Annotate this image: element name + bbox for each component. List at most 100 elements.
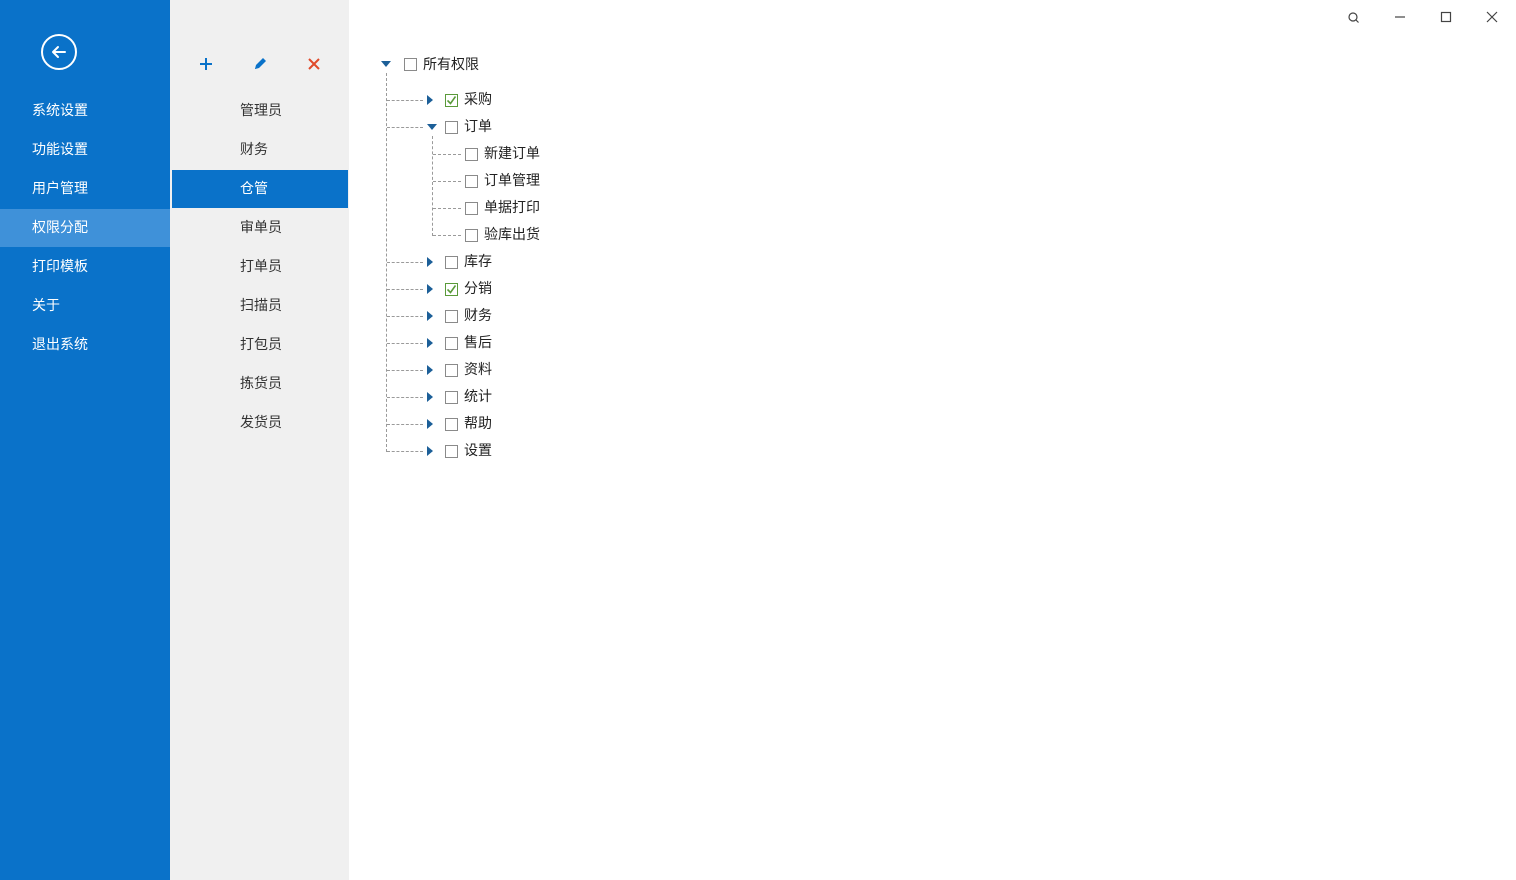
tree-checkbox[interactable] [465,148,478,161]
caret-right-icon[interactable] [425,94,435,106]
tree-node-label: 单据打印 [484,200,540,216]
caret-right-icon[interactable] [425,364,435,376]
role-item-scanner[interactable]: 扫描员 [172,287,348,325]
checkmark-icon [447,96,456,105]
tree-connector [387,100,423,101]
back-button[interactable] [41,34,77,70]
tree-checkbox[interactable] [445,418,458,431]
role-item-label: 管理员 [240,103,282,119]
tree-connector [433,235,461,236]
role-item-order-reviewer[interactable]: 审单员 [172,209,348,247]
tree-checkbox[interactable] [445,121,458,134]
tree-connector [387,397,423,398]
caret-down-icon[interactable] [380,59,392,69]
tree-node-label: 统计 [464,389,492,405]
tree-connector [387,289,423,290]
arrow-left-icon [52,46,66,58]
tree-node-label: 售后 [464,335,492,351]
role-item-packer[interactable]: 打包员 [172,326,348,364]
edit-role-button[interactable] [248,53,272,75]
nav-item-user-management[interactable]: 用户管理 [0,170,170,208]
role-item-order-printer[interactable]: 打单员 [172,248,348,286]
caret-right-icon[interactable] [425,445,435,457]
tree-connector [433,208,461,209]
nav-item-about[interactable]: 关于 [0,287,170,325]
tree-connector [387,343,423,344]
nav-item-label: 系统设置 [32,103,88,119]
role-item-label: 发货员 [240,415,282,431]
nav-item-feature-settings[interactable]: 功能设置 [0,131,170,169]
delete-role-button[interactable] [302,53,326,75]
tree-checkbox[interactable] [445,364,458,377]
nav-item-label: 关于 [32,298,60,314]
role-item-label: 打包员 [240,337,282,353]
role-item-label: 打单员 [240,259,282,275]
tree-checkbox[interactable] [445,94,458,107]
roles-panel: 管理员 财务 仓管 审单员 打单员 扫描员 打包员 拣货员 发货员 [170,0,349,880]
role-item-warehouse[interactable]: 仓管 [172,170,348,208]
role-item-label: 审单员 [240,220,282,236]
tree-node-label: 订单管理 [484,173,540,189]
nav-item-print-templates[interactable]: 打印模板 [0,248,170,286]
role-item-label: 扫描员 [240,298,282,314]
role-item-label: 拣货员 [240,376,282,392]
plus-icon [200,58,212,70]
caret-right-icon[interactable] [425,418,435,430]
tree-connector [433,154,461,155]
tree-node-label: 设置 [464,443,492,459]
tree-node-label: 验库出货 [484,227,540,243]
caret-right-icon[interactable] [425,310,435,322]
tree-node-label: 财务 [464,308,492,324]
role-item-label: 仓管 [240,181,268,197]
tree-node-label: 帮助 [464,416,492,432]
nav-item-label: 用户管理 [32,181,88,197]
tree-checkbox[interactable] [445,256,458,269]
role-item-admin[interactable]: 管理员 [172,92,348,130]
caret-right-icon[interactable] [425,337,435,349]
tree-checkbox[interactable] [445,283,458,296]
permission-tree: 所有权限 采购订单新建订单订单管理单据打印验库出货库存分销财务售后资料统计帮助设… [349,0,1516,880]
tree-node-label-root: 所有权限 [423,57,479,73]
role-item-finance[interactable]: 财务 [172,131,348,169]
tree-connector [387,424,423,425]
tree-node-label: 库存 [464,254,492,270]
caret-down-icon[interactable] [426,122,438,132]
caret-right-icon[interactable] [425,283,435,295]
tree-connector [387,451,423,452]
role-item-label: 财务 [240,142,268,158]
nav-item-label: 打印模板 [32,259,88,275]
tree-checkbox[interactable] [445,310,458,323]
tree-node-label: 订单 [464,119,492,135]
tree-checkbox[interactable] [465,175,478,188]
checkmark-icon [447,285,456,294]
nav-item-permissions[interactable]: 权限分配 [0,209,170,247]
nav-item-label: 权限分配 [32,220,88,236]
tree-checkbox[interactable] [445,391,458,404]
tree-node-label: 分销 [464,281,492,297]
caret-right-icon[interactable] [425,256,435,268]
nav-item-label: 功能设置 [32,142,88,158]
tree-connector [387,127,423,128]
tree-connector [433,181,461,182]
role-item-shipper[interactable]: 发货员 [172,404,348,442]
tree-checkbox[interactable] [445,445,458,458]
tree-connector [432,136,433,236]
tree-checkbox[interactable] [445,337,458,350]
tree-connector [387,316,423,317]
tree-checkbox[interactable] [465,202,478,215]
role-item-picker[interactable]: 拣货员 [172,365,348,403]
tree-checkbox[interactable] [465,229,478,242]
tree-checkbox-root[interactable] [404,58,417,71]
tree-connector [387,370,423,371]
add-role-button[interactable] [194,53,218,75]
caret-right-icon[interactable] [425,391,435,403]
main-nav: 系统设置 功能设置 用户管理 权限分配 打印模板 关于 退出系统 [0,0,170,880]
nav-item-exit[interactable]: 退出系统 [0,326,170,364]
nav-item-system-settings[interactable]: 系统设置 [0,92,170,130]
tree-node-label: 资料 [464,362,492,378]
nav-item-label: 退出系统 [32,337,88,353]
tree-node-label: 采购 [464,92,492,108]
pencil-icon [255,58,266,69]
close-icon [308,58,320,70]
tree-node-label: 新建订单 [484,146,540,162]
